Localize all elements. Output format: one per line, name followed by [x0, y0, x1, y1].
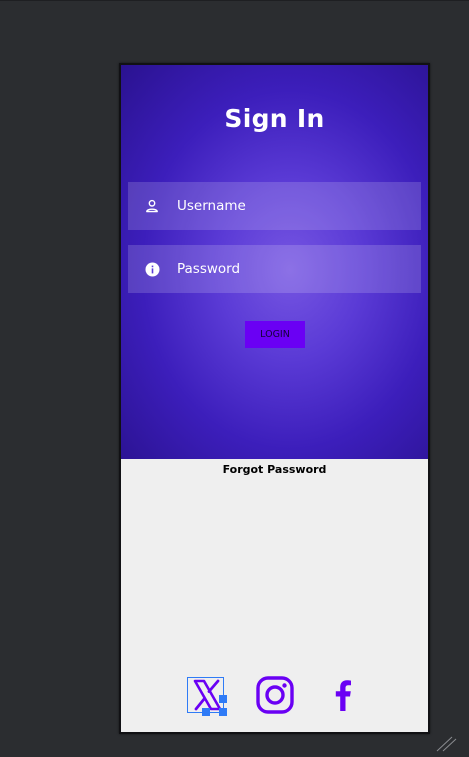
person-icon — [144, 198, 160, 214]
resize-handle[interactable] — [219, 708, 227, 716]
facebook-social-button[interactable] — [323, 677, 363, 717]
resize-grip-icon[interactable] — [433, 736, 457, 752]
x-social-button[interactable] — [187, 677, 227, 717]
page-title: Sign In — [224, 104, 325, 133]
editor-top-bar — [0, 0, 469, 1]
app-screen: Sign In Username LOGIN Forgot Password — [121, 65, 428, 732]
password-input[interactable] — [177, 261, 407, 277]
login-button[interactable]: LOGIN — [245, 321, 305, 348]
instagram-social-button[interactable] — [255, 675, 295, 720]
username-field[interactable] — [128, 182, 421, 230]
password-field[interactable] — [128, 245, 421, 293]
instagram-icon — [255, 675, 295, 720]
device-frame: Sign In Username LOGIN Forgot Password — [119, 63, 430, 734]
facebook-icon — [323, 675, 363, 720]
info-icon — [144, 261, 160, 277]
username-input[interactable] — [177, 198, 407, 214]
forgot-password-link[interactable]: Forgot Password — [121, 463, 428, 476]
resize-handle[interactable] — [219, 695, 227, 703]
resize-handle[interactable] — [202, 708, 210, 716]
header-gradient: Sign In Username LOGIN — [121, 65, 428, 459]
